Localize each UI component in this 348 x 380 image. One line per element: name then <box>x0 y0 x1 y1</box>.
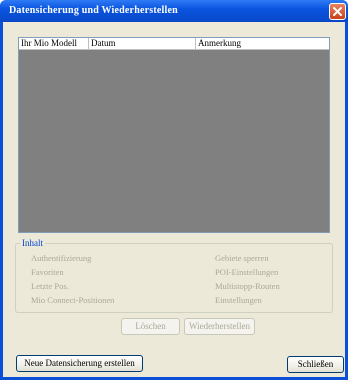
delete-button[interactable]: Löschen <box>121 318 180 335</box>
content-item-last-positions: Letzte Pos. <box>31 281 69 291</box>
content-item-connect-positions: Mio Connect-Positionen <box>31 295 115 305</box>
list-header: Ihr Mio Modell Datum Anmerkung <box>19 38 329 50</box>
content-item-poi-settings: POI-Einstellungen <box>215 267 279 277</box>
list-body[interactable] <box>19 50 329 232</box>
content-item-authentication: Authentifizierung <box>31 253 92 263</box>
window-title: Datensicherung und Wiederherstellen <box>9 5 178 16</box>
restore-button[interactable]: Wiederherstellen <box>184 318 255 335</box>
column-header-note[interactable]: Anmerkung <box>196 38 329 50</box>
close-button[interactable]: Schließen <box>287 356 344 373</box>
dialog-window: Datensicherung und Wiederherstellen Ihr … <box>0 0 348 380</box>
column-header-model[interactable]: Ihr Mio Modell <box>19 38 89 50</box>
content-item-multistop-routes: Multistopp-Routen <box>215 281 280 291</box>
group-title: Inhalt <box>20 238 45 248</box>
backup-list[interactable]: Ihr Mio Modell Datum Anmerkung <box>18 37 330 233</box>
content-item-settings: Einstellungen <box>215 295 262 305</box>
close-window-button[interactable] <box>329 3 346 20</box>
content-group: Inhalt Authentifizierung Favoriten Letzt… <box>15 238 333 313</box>
content-item-block-areas: Gebiete sperren <box>215 253 269 263</box>
column-header-date[interactable]: Datum <box>89 38 196 50</box>
dialog-content: Ihr Mio Modell Datum Anmerkung Inhalt Au… <box>3 22 345 377</box>
title-bar[interactable]: Datensicherung und Wiederherstellen <box>0 0 348 22</box>
new-backup-button[interactable]: Neue Datensicherung erstellen <box>16 355 143 372</box>
close-icon <box>333 7 342 16</box>
content-item-favorites: Favoriten <box>31 267 64 277</box>
